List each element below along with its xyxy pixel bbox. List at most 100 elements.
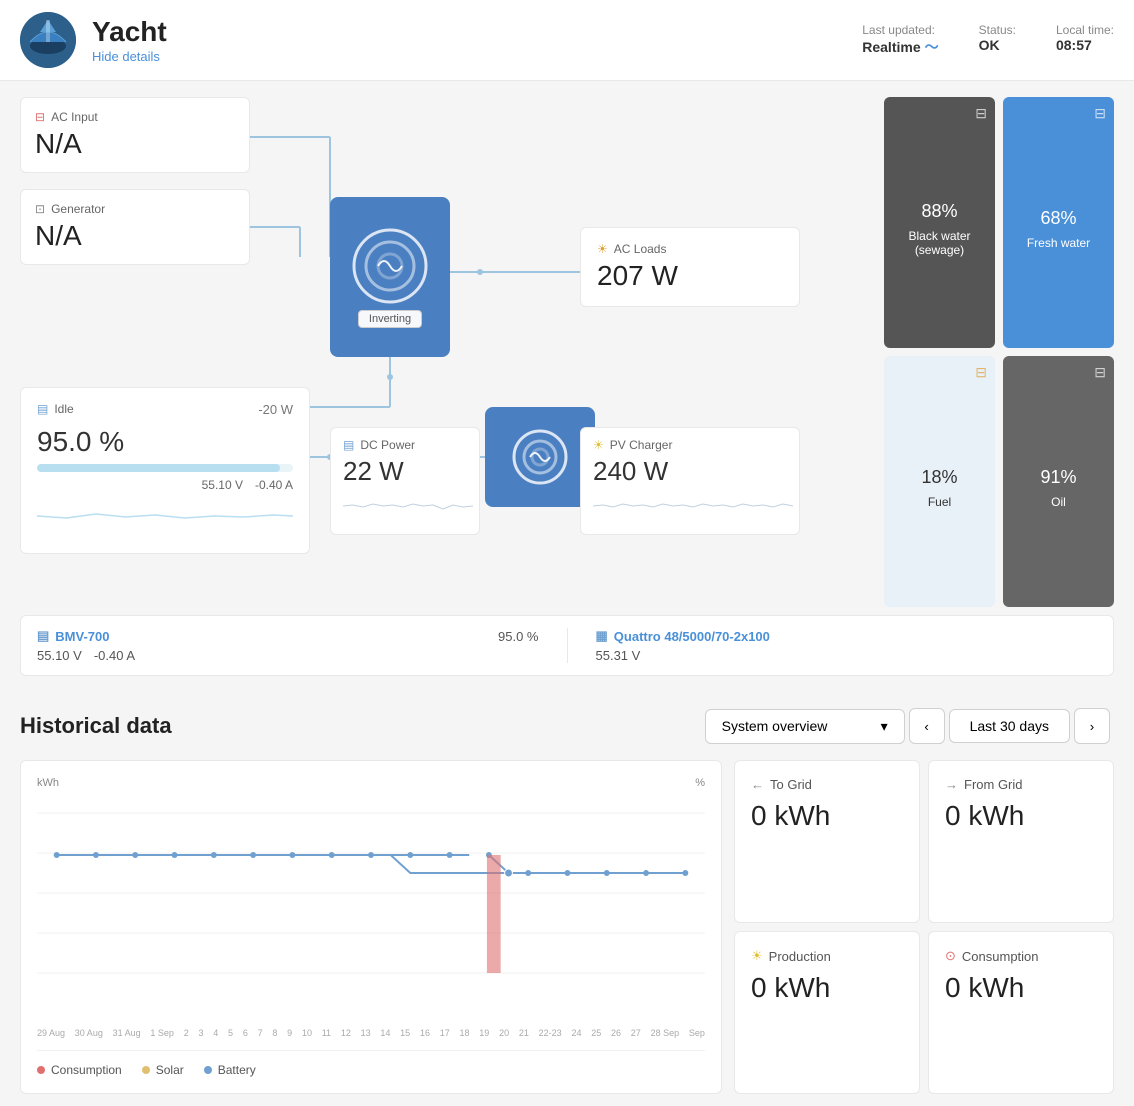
chart-canvas: 0.02 0.01 0 100 90 80 70 60 50 40 30 20 … — [37, 793, 705, 1038]
ac-loads-icon: ☀ — [597, 242, 608, 256]
dc-power-card: ▤ DC Power 22 W — [330, 427, 480, 535]
solar-legend-label: Solar — [156, 1063, 184, 1077]
chart-axis-labels: kWh % — [37, 777, 705, 789]
last-updated-label: Last updated: — [862, 23, 938, 37]
consumption-legend-dot — [37, 1066, 45, 1074]
ac-input-value: N/A — [35, 128, 235, 160]
battery-card: ▤ Idle -20 W 95.0 % 55.10 V -0.40 A — [20, 387, 310, 554]
consumption-icon: ⊙ — [945, 948, 956, 964]
from-grid-icon: → — [945, 777, 958, 792]
generator-section: ⊡ Generator N/A — [20, 189, 250, 265]
prev-period-button[interactable]: ‹ — [909, 708, 945, 744]
legend-consumption: Consumption — [37, 1063, 122, 1077]
battery-fill — [37, 464, 280, 472]
oil-tank-icon: ⊟ — [1094, 364, 1106, 381]
oil-tank: ⊟ 91% Oil — [1003, 356, 1114, 607]
local-time-value: 08:57 — [1056, 37, 1114, 53]
ac-input-title: ⊟ AC Input — [35, 110, 235, 124]
realtime-wave-icon: 〜 — [925, 37, 939, 57]
pv-charger-value: 240 W — [593, 456, 787, 487]
to-grid-header: ← To Grid — [751, 777, 903, 792]
black-water-percent: 88% — [921, 188, 957, 225]
oil-name: Oil — [1051, 495, 1066, 509]
tank-icon: ⊟ — [975, 105, 987, 122]
battery-meter — [37, 464, 293, 472]
solar-legend-dot — [142, 1066, 150, 1074]
pv-charger-icon: ☀ — [593, 438, 604, 452]
ac-input-icon: ⊟ — [35, 110, 45, 124]
hide-details-link[interactable]: Hide details — [92, 49, 160, 64]
battery-stats: 55.10 V -0.40 A — [37, 478, 293, 492]
header-title-block: Yacht Hide details — [92, 16, 846, 64]
stats-panel: ← To Grid 0 kWh → From Grid 0 kWh ☀ Prod… — [734, 760, 1114, 1094]
pv-charger-card: ☀ PV Charger 240 W — [580, 427, 800, 535]
inverting-badge: Inverting — [358, 310, 422, 328]
to-grid-icon: ← — [751, 777, 764, 792]
device-row: ▤ BMV-700 95.0 % 55.10 V -0.40 A ▦ Quatt… — [20, 615, 1114, 676]
period-selector[interactable]: Last 30 days — [949, 709, 1070, 743]
ac-input-section: ⊟ AC Input N/A — [20, 97, 250, 173]
last-updated-value: Realtime 〜 — [862, 37, 938, 57]
fresh-water-tank-icon: ⊟ — [1094, 105, 1106, 122]
status-meta: Status: OK — [979, 23, 1016, 57]
chevron-down-icon: ▾ — [881, 718, 888, 735]
fuel-name: Fuel — [928, 495, 951, 509]
bmv-percent: 95.0 % — [498, 629, 538, 644]
dc-power-title: ▤ DC Power — [343, 438, 467, 452]
black-water-name: Black water(sewage) — [908, 229, 970, 257]
bmv-voltage: 55.10 V — [37, 648, 82, 663]
consumption-header: ⊙ Consumption — [945, 948, 1097, 964]
consumption-legend-label: Consumption — [51, 1063, 122, 1077]
chevron-left-icon: ‹ — [924, 719, 928, 734]
system-overview-dropdown[interactable]: System overview ▾ — [705, 709, 905, 744]
ac-loads-value: 207 W — [597, 260, 783, 292]
header: Yacht Hide details Last updated: Realtim… — [0, 0, 1134, 81]
bmv-stats: 55.10 V -0.40 A — [37, 648, 539, 663]
dc-power-value: 22 W — [343, 456, 467, 487]
dc-power-section: ▤ DC Power 22 W — [330, 427, 480, 535]
avatar — [20, 12, 76, 68]
battery-current: -0.40 A — [255, 478, 293, 492]
main-content: ⊟ AC Input N/A ⊡ Generator N/A — [0, 81, 1134, 692]
inverter-coil-icon — [350, 226, 430, 306]
status-label: Status: — [979, 23, 1016, 37]
fuel-tank: ⊟ 18% Fuel — [884, 356, 995, 607]
generator-card: ⊡ Generator N/A — [20, 189, 250, 265]
avatar-image — [20, 12, 76, 68]
quattro-icon: ▦ — [596, 628, 608, 644]
consumption-card: ⊙ Consumption 0 kWh — [928, 931, 1114, 1094]
next-period-button[interactable]: › — [1074, 708, 1110, 744]
dc-power-icon: ▤ — [343, 438, 354, 452]
local-time-meta: Local time: 08:57 — [1056, 23, 1114, 57]
page-title: Yacht — [92, 16, 846, 48]
chart-svg: 0.02 0.01 0 100 90 80 70 60 50 40 30 20 … — [37, 793, 705, 1023]
ac-loads-title: ☀ AC Loads — [597, 242, 783, 256]
battery-legend-dot — [204, 1066, 212, 1074]
production-header: ☀ Production — [751, 948, 903, 964]
tanks-panel: ⊟ 88% Black water(sewage) ⊟ 68% Fresh wa… — [884, 97, 1114, 607]
local-time-label: Local time: — [1056, 23, 1114, 37]
dc-charger-box: Ext. Control — [485, 407, 595, 507]
status-value: OK — [979, 37, 1016, 53]
fresh-water-name: Fresh water — [1027, 236, 1090, 250]
energy-flow: ⊟ AC Input N/A ⊡ Generator N/A — [20, 97, 868, 607]
pv-charger-section: ☀ PV Charger 240 W — [580, 427, 800, 535]
quattro-voltage: 55.31 V — [596, 648, 641, 663]
historical-section: Historical data System overview ▾ ‹ Last… — [0, 692, 1134, 1094]
production-icon: ☀ — [751, 948, 763, 964]
fresh-water-tank: ⊟ 68% Fresh water — [1003, 97, 1114, 348]
quattro-name: ▦ Quattro 48/5000/70-2x100 — [596, 628, 1098, 644]
black-water-tank: ⊟ 88% Black water(sewage) — [884, 97, 995, 348]
quattro-device: ▦ Quattro 48/5000/70-2x100 55.31 V — [596, 628, 1098, 663]
legend-solar: Solar — [142, 1063, 184, 1077]
battery-small-icon: ▤ — [37, 628, 49, 644]
battery-percent: 95.0 % — [37, 426, 293, 458]
last-updated-meta: Last updated: Realtime 〜 — [862, 23, 938, 57]
fuel-percent: 18% — [921, 454, 957, 491]
bmv-name: ▤ BMV-700 — [37, 628, 110, 644]
ac-loads-section: ☀ AC Loads 207 W — [580, 227, 800, 307]
header-meta: Last updated: Realtime 〜 Status: OK Loca… — [862, 23, 1114, 57]
chart-area: kWh % 0.02 0.01 0 100 90 — [20, 760, 722, 1094]
historical-title: Historical data — [20, 713, 705, 739]
chevron-right-icon: › — [1090, 719, 1094, 734]
